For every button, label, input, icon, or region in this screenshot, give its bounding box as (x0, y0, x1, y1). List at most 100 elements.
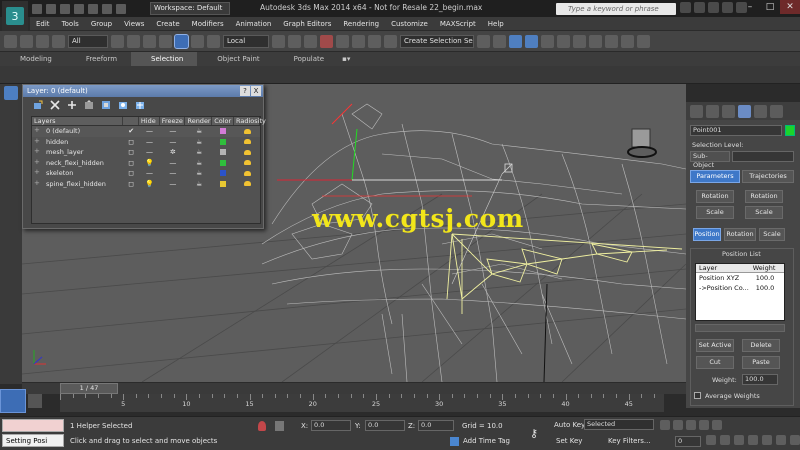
maximize-icon[interactable]: □ (760, 0, 780, 14)
mini-curve-editor-icon[interactable] (0, 389, 26, 413)
layer-freeze-toggle[interactable]: — (160, 127, 186, 135)
layer-active-checkbox[interactable]: ◻ (123, 169, 139, 177)
layer-radiosity-cell[interactable] (234, 149, 260, 155)
menu-tools[interactable]: Tools (56, 20, 85, 28)
layer-hide-toggle[interactable]: 💡 (139, 180, 160, 188)
menu-group[interactable]: Group (85, 20, 118, 28)
layer-radiosity-cell[interactable] (234, 160, 260, 166)
scale-button-a[interactable]: Scale (696, 206, 734, 219)
communication-icon[interactable] (708, 2, 719, 13)
maxscript-listener-top[interactable] (2, 419, 64, 432)
delete-button[interactable]: Delete (742, 339, 780, 352)
menu-modifiers[interactable]: Modifiers (186, 20, 230, 28)
spinner-snap-icon[interactable] (368, 34, 381, 48)
menu-views[interactable]: Views (118, 20, 150, 28)
column-layers[interactable]: Layers (32, 117, 124, 125)
select-object-icon[interactable] (111, 34, 124, 48)
tab-object-paint[interactable]: Object Paint (197, 52, 273, 66)
menu-graph-editors[interactable]: Graph Editors (277, 20, 337, 28)
layer-dialog-titlebar[interactable]: Layer: 0 (default) ? X (23, 85, 263, 97)
weight-spinner[interactable]: 100.0 (742, 374, 778, 385)
layer-manager-icon[interactable] (525, 34, 538, 48)
search-input[interactable]: Type a keyword or phrase (556, 3, 676, 15)
hide-all-layers-icon[interactable] (118, 100, 128, 110)
select-and-link-icon[interactable] (20, 34, 33, 48)
redo-icon[interactable] (88, 3, 98, 14)
position-button[interactable]: Position (693, 228, 721, 241)
save-file-icon[interactable] (60, 3, 70, 14)
zoom-extents-icon[interactable] (734, 435, 744, 445)
set-key-button[interactable]: Set Key (556, 437, 582, 445)
tab-modeling[interactable]: Modeling (0, 52, 66, 66)
pan-icon[interactable] (762, 435, 772, 445)
undo-icon[interactable] (74, 3, 84, 14)
lock-selection-icon[interactable] (258, 421, 266, 431)
absolute-mode-icon[interactable] (275, 421, 284, 431)
sub-object-button[interactable]: Sub-Object (690, 151, 730, 169)
new-file-icon[interactable] (32, 3, 42, 14)
viewport-layout-icon[interactable] (4, 86, 18, 100)
window-crossing-icon[interactable] (159, 34, 172, 48)
object-color-swatch[interactable] (785, 125, 795, 136)
rendered-frame-icon[interactable] (621, 34, 634, 48)
menu-animation[interactable]: Animation (230, 20, 278, 28)
freeze-all-layers-icon[interactable] (135, 100, 145, 110)
layer-render-toggle[interactable]: ☕ (186, 127, 213, 135)
curve-editor-icon[interactable] (557, 34, 570, 48)
column-render[interactable]: Render (185, 117, 213, 125)
table-row[interactable]: 0 (default)✔——☕ (32, 126, 260, 137)
layer-color-swatch[interactable] (220, 149, 227, 156)
layer-active-checkbox[interactable]: ◻ (123, 138, 139, 146)
layer-explorer-icon[interactable] (509, 34, 522, 48)
radiosity-bulb-icon[interactable] (243, 128, 251, 134)
search-icon[interactable] (680, 2, 691, 13)
field-of-view-icon[interactable] (748, 435, 758, 445)
render-production-icon[interactable] (637, 34, 650, 48)
layer-freeze-toggle[interactable]: — (160, 180, 186, 188)
layer-name[interactable]: spine_flexi_hidden (32, 180, 123, 188)
utilities-panel-icon[interactable] (770, 105, 783, 118)
undo-icon[interactable] (4, 34, 17, 48)
project-folder-icon[interactable] (102, 3, 112, 14)
layer-name[interactable]: skeleton (32, 169, 123, 177)
layer-color-cell[interactable] (212, 149, 234, 156)
layer-render-toggle[interactable]: ☕ (186, 159, 213, 167)
render-setup-icon[interactable] (605, 34, 618, 48)
align-icon[interactable] (493, 34, 506, 48)
layer-color-swatch[interactable] (220, 180, 227, 187)
zoom-all-icon[interactable] (720, 435, 730, 445)
layer-freeze-toggle[interactable]: — (160, 138, 186, 146)
layer-color-swatch[interactable] (220, 128, 227, 135)
maximize-viewport-icon[interactable] (790, 435, 800, 445)
layer-color-swatch[interactable] (220, 138, 227, 145)
average-weights-checkbox[interactable] (694, 392, 701, 399)
add-to-layer-icon[interactable] (67, 100, 77, 110)
list-item[interactable]: ->Position Co... 100.0 (696, 283, 784, 293)
edit-named-selection-icon[interactable] (384, 34, 397, 48)
select-and-scale-icon[interactable] (207, 34, 220, 48)
reference-coordinate-dropdown[interactable]: Local (223, 34, 269, 48)
layer-dialog-close-button[interactable]: X (251, 86, 261, 96)
layer-render-toggle[interactable]: ☕ (186, 169, 213, 177)
column-color[interactable]: Color (212, 117, 234, 125)
ribbon-toggle-icon[interactable] (541, 34, 554, 48)
rotation-button-b[interactable]: Rotation (745, 190, 783, 203)
column-radiosity[interactable]: Radiosity (234, 117, 266, 125)
time-slider[interactable]: 1 / 47 (60, 383, 118, 394)
layer-color-cell[interactable] (212, 159, 234, 166)
select-in-layer-icon[interactable] (84, 100, 94, 110)
layer-hide-toggle[interactable]: — (139, 127, 160, 135)
rectangular-selection-icon[interactable] (143, 34, 156, 48)
key-filters-button[interactable]: Key Filters... (608, 437, 651, 445)
schematic-view-icon[interactable] (573, 34, 586, 48)
layer-active-checkbox[interactable]: ◻ (123, 180, 139, 188)
bind-space-warp-icon[interactable] (52, 34, 65, 48)
minimize-icon[interactable]: – (740, 0, 760, 14)
select-and-move-icon[interactable] (174, 33, 189, 49)
tab-populate[interactable]: Populate (274, 52, 338, 66)
radiosity-bulb-icon[interactable] (243, 181, 251, 187)
layer-name[interactable]: neck_flexi_hidden (32, 159, 123, 167)
auto-key-button[interactable]: Auto Key (554, 421, 585, 429)
list-scrollbar[interactable] (695, 324, 785, 332)
unlink-icon[interactable] (36, 34, 49, 48)
